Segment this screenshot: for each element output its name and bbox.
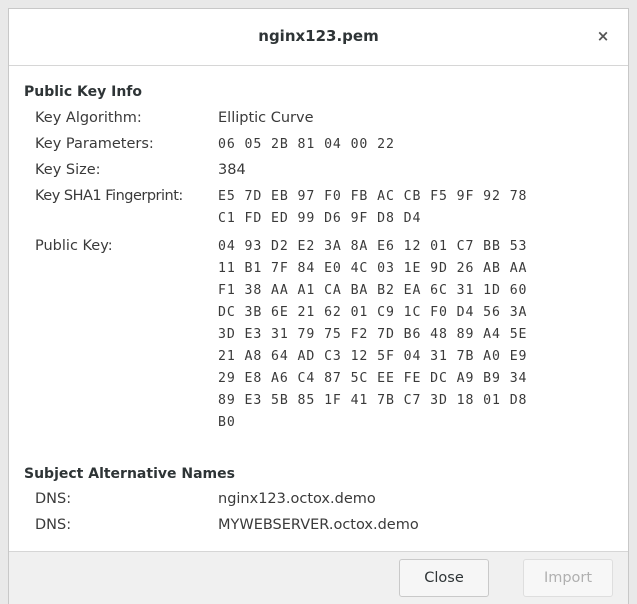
public-key-line: 89 E3 5B 85 1F 41 7B C7 3D 18 01 D8 bbox=[218, 393, 528, 408]
public-key-value: 04 93 D2 E2 3A 8A E6 12 01 C7 BB 53 11 B… bbox=[218, 236, 527, 434]
public-key-line: F1 38 AA A1 CA BA B2 EA 6C 31 1D 60 bbox=[218, 283, 528, 298]
public-key-line: 29 E8 A6 C4 87 5C EE FE DC A9 B9 34 bbox=[218, 371, 528, 386]
public-key-line: 3D E3 31 79 75 F2 7D B6 48 89 A4 5E bbox=[218, 327, 528, 342]
dns-label: DNS: bbox=[35, 517, 72, 533]
san-heading: Subject Alternative Names bbox=[24, 466, 235, 482]
dns-value: nginx123.octox.demo bbox=[218, 491, 376, 507]
close-icon[interactable]: × bbox=[592, 25, 614, 47]
dns-label: DNS: bbox=[35, 491, 72, 507]
dialog-footer: Close Import bbox=[9, 551, 628, 604]
fingerprint-label: Key SHA1 Fingerprint: bbox=[35, 188, 183, 204]
key-algorithm-value: Elliptic Curve bbox=[218, 110, 314, 126]
dialog-title: nginx123.pem bbox=[258, 27, 379, 45]
fingerprint-value: E5 7D EB 97 F0 FB AC CB F5 9F 92 78 C1 F… bbox=[218, 186, 527, 230]
public-key-line: 21 A8 64 AD C3 12 5F 04 31 7B A0 E9 bbox=[218, 349, 528, 364]
public-key-line: 04 93 D2 E2 3A 8A E6 12 01 C7 BB 53 bbox=[218, 239, 528, 254]
import-button[interactable]: Import bbox=[523, 559, 613, 597]
public-key-info-heading: Public Key Info bbox=[24, 84, 143, 100]
public-key-label: Public Key: bbox=[35, 238, 113, 254]
close-button[interactable]: Close bbox=[399, 559, 489, 597]
fingerprint-line: C1 FD ED 99 D6 9F D8 D4 bbox=[218, 211, 422, 226]
key-parameters-label: Key Parameters: bbox=[35, 136, 154, 152]
public-key-line: B0 bbox=[218, 415, 236, 430]
key-algorithm-label: Key Algorithm: bbox=[35, 110, 142, 126]
certificate-dialog: nginx123.pem × Public Key Info Key Algor… bbox=[8, 8, 629, 604]
dialog-content: Public Key Info Key Algorithm: Elliptic … bbox=[9, 66, 628, 552]
dns-value: MYWEBSERVER.octox.demo bbox=[218, 517, 419, 533]
title-bar: nginx123.pem × bbox=[9, 9, 628, 66]
public-key-line: 11 B1 7F 84 E0 4C 03 1E 9D 26 AB AA bbox=[218, 261, 528, 276]
key-size-value: 384 bbox=[218, 162, 246, 178]
key-size-label: Key Size: bbox=[35, 162, 101, 178]
key-parameters-value: 06 05 2B 81 04 00 22 bbox=[218, 137, 395, 152]
fingerprint-line: E5 7D EB 97 F0 FB AC CB F5 9F 92 78 bbox=[218, 189, 528, 204]
public-key-line: DC 3B 6E 21 62 01 C9 1C F0 D4 56 3A bbox=[218, 305, 528, 320]
